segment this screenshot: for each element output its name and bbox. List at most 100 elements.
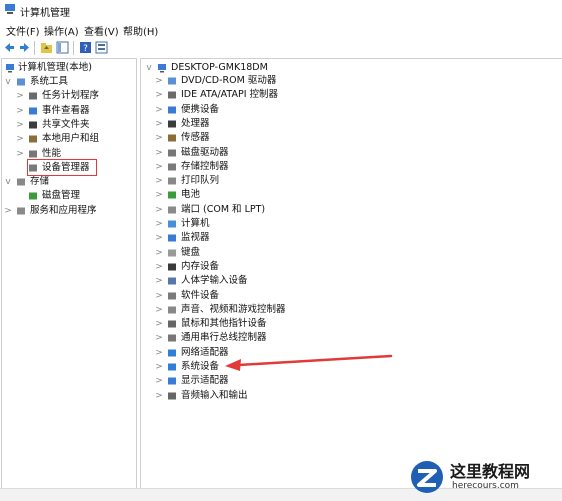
back-icon[interactable] — [3, 41, 16, 54]
selection-highlight — [27, 159, 97, 176]
expand-arrow[interactable]: > — [155, 188, 163, 202]
expand-arrow[interactable]: > — [155, 303, 163, 317]
device-category-label: IDE ATA/ATAPI 控制器 — [181, 89, 279, 101]
expand-arrow[interactable]: > — [155, 117, 163, 131]
tree-item-label: 磁盘管理 — [42, 190, 81, 202]
dvd-icon — [168, 77, 176, 85]
disk-icon — [29, 192, 37, 200]
expand-arrow[interactable]: > — [155, 346, 163, 360]
expand-arrow[interactable]: > — [155, 374, 163, 388]
device-category-label: 端口 (COM 和 LPT) — [181, 203, 266, 215]
toolbar-divider — [34, 41, 35, 55]
clock-icon — [29, 92, 37, 100]
show-hide-tree-icon[interactable] — [56, 41, 69, 54]
menu-bar: 文件(F) 操作(A) 查看(V) 帮助(H) — [0, 20, 562, 38]
expand-arrow[interactable]: > — [155, 317, 163, 331]
watermark-logo: 这里教程网 herecours.com — [408, 457, 556, 497]
expand-arrow[interactable]: > — [16, 132, 24, 146]
watermark-url: herecours.com — [452, 481, 519, 491]
expand-arrow[interactable]: v — [4, 75, 12, 89]
expand-arrow[interactable]: > — [155, 389, 163, 403]
title-bar: 计算机管理 — [0, 0, 562, 20]
forward-icon[interactable] — [18, 41, 31, 54]
device-category-label: 监视器 — [181, 232, 210, 244]
memory-icon — [168, 263, 176, 271]
expand-arrow[interactable]: > — [155, 174, 163, 188]
expand-arrow[interactable]: > — [155, 88, 163, 102]
menu-action[interactable]: 操作(A) — [44, 23, 79, 38]
expand-arrow[interactable]: > — [155, 203, 163, 217]
expand-arrow[interactable]: > — [16, 118, 24, 132]
device-category-label: 声音、视频和游戏控制器 — [181, 303, 286, 315]
device-category-label: 音频输入和输出 — [181, 389, 248, 401]
expand-arrow[interactable]: > — [155, 289, 163, 303]
toolbar: ? — [0, 38, 562, 58]
ide-icon — [168, 91, 176, 99]
menu-view[interactable]: 查看(V) — [84, 23, 119, 38]
annotation-arrow-head — [225, 359, 241, 371]
annotation-arrow-shaft — [237, 354, 393, 367]
device-category-label: 通用串行总线控制器 — [181, 332, 267, 344]
computer-management-icon — [6, 64, 14, 73]
usb-icon — [168, 334, 176, 342]
storage-controller-icon — [168, 163, 176, 171]
device-category-label: 处理器 — [181, 117, 210, 129]
device-category-label: 键盘 — [181, 246, 201, 258]
performance-icon — [29, 150, 37, 157]
help-icon[interactable]: ? — [79, 41, 92, 54]
device-category-label: 系统设备 — [181, 361, 220, 372]
device-category-label: 电池 — [181, 189, 201, 201]
expand-arrow[interactable]: > — [16, 104, 24, 118]
computer-management-icon — [5, 4, 15, 14]
portable-icon — [168, 106, 176, 114]
expand-arrow[interactable]: > — [155, 331, 163, 345]
expand-arrow[interactable]: > — [155, 146, 163, 160]
expand-arrow[interactable]: > — [4, 204, 12, 218]
expand-arrow[interactable]: v — [4, 175, 12, 189]
expand-arrow[interactable]: v — [145, 61, 153, 75]
network-icon — [168, 349, 176, 357]
expand-arrow[interactable]: > — [155, 103, 163, 117]
expand-arrow[interactable]: > — [155, 274, 163, 288]
device-tree-root-label: DESKTOP-GMK18DM — [171, 62, 268, 73]
device-category-label: 磁盘驱动器 — [181, 146, 229, 158]
device-tree-pane[interactable]: v DESKTOP-GMK18DM > DVD/CD-ROM 驱动器 > IDE AT… — [140, 58, 562, 489]
storage-icon — [17, 178, 25, 186]
device-category-label: 存储控制器 — [181, 160, 229, 172]
expand-arrow[interactable]: > — [16, 147, 24, 161]
device-category-label: 人体学输入设备 — [181, 275, 248, 287]
tree-item-label: 事件查看器 — [42, 104, 90, 116]
tree-item-label: 共享文件夹 — [42, 118, 90, 130]
menu-help[interactable]: 帮助(H) — [123, 23, 158, 38]
battery-icon — [168, 191, 176, 199]
mouse-icon — [168, 320, 176, 328]
device-category-label: 网络适配器 — [181, 346, 229, 358]
expand-arrow[interactable]: > — [155, 160, 163, 174]
tree-item-label: 本地用户和组 — [42, 133, 100, 145]
expand-arrow[interactable]: > — [155, 246, 163, 260]
tree-item-label: 系统工具 — [30, 76, 69, 87]
expand-arrow[interactable]: > — [155, 231, 163, 245]
sound-icon — [168, 306, 176, 314]
annotation-arrow — [225, 354, 393, 371]
display-adapter-icon — [168, 377, 176, 385]
expand-arrow[interactable]: > — [155, 260, 163, 274]
window-title: 计算机管理 — [20, 8, 70, 19]
cpu-icon — [168, 120, 176, 128]
device-category-label: 传感器 — [181, 132, 210, 144]
software-device-icon — [168, 292, 176, 299]
svg-text:?: ? — [83, 44, 88, 54]
expand-arrow[interactable]: > — [16, 89, 24, 103]
expand-arrow[interactable]: > — [155, 74, 163, 88]
expand-arrow[interactable]: > — [155, 131, 163, 145]
properties-icon[interactable] — [95, 41, 108, 54]
menu-file[interactable]: 文件(F) — [6, 23, 40, 38]
expand-arrow[interactable]: > — [155, 217, 163, 231]
tools-icon — [17, 78, 25, 86]
device-category-label: 内存设备 — [181, 260, 220, 272]
users-icon — [29, 135, 37, 143]
expand-arrow[interactable]: > — [155, 360, 163, 374]
up-folder-icon[interactable] — [40, 41, 53, 54]
printer-icon — [168, 177, 176, 185]
left-tree-pane[interactable]: 计算机管理(本地) v 系统工具 > 任务计划程序 > 事件查看器 > 共享文件夹 > 本地用户和… — [1, 58, 137, 489]
